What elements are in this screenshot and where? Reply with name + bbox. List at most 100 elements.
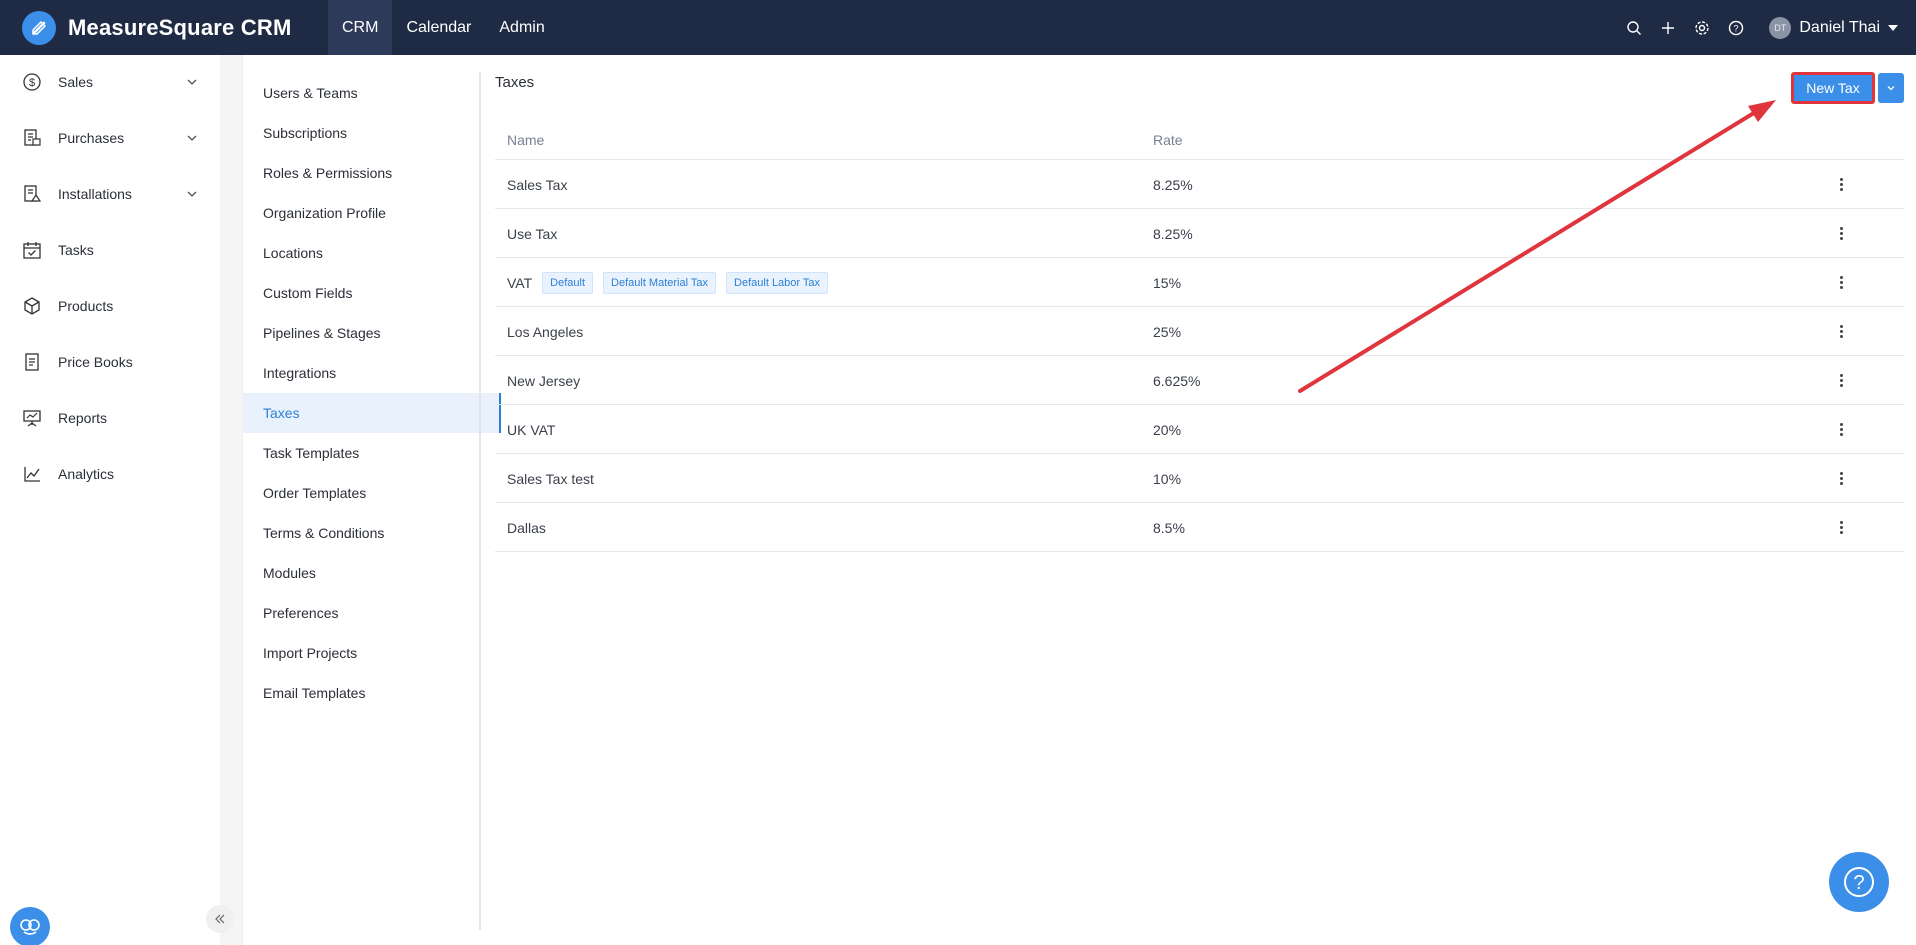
submenu-item-subscriptions[interactable]: Subscriptions xyxy=(243,113,501,153)
submenu-item-locations[interactable]: Locations xyxy=(243,233,501,273)
topnav-calendar[interactable]: Calendar xyxy=(392,0,485,55)
sidebar-item-price-books[interactable]: Price Books xyxy=(0,342,220,382)
row-actions-button[interactable] xyxy=(1840,503,1843,552)
submenu-item-integrations[interactable]: Integrations xyxy=(243,353,501,393)
plus-icon[interactable] xyxy=(1651,0,1685,55)
topnav-crm[interactable]: CRM xyxy=(328,0,393,55)
submenu-item-task-templates[interactable]: Task Templates xyxy=(243,433,501,473)
tax-rate: 20% xyxy=(1153,421,1182,438)
table-row[interactable]: Dallas 8.5% xyxy=(495,503,1904,552)
help-button[interactable]: ? xyxy=(1829,852,1889,912)
caret-down-icon xyxy=(1888,24,1898,31)
kebab-icon xyxy=(1840,423,1843,436)
main-content: Taxes New Tax Name Rate Sales Tax 8.25% … xyxy=(481,55,1916,945)
table-row[interactable]: UK VAT 20% xyxy=(495,405,1904,454)
svg-text:?: ? xyxy=(1734,23,1739,33)
sidebar-item-label: Reports xyxy=(58,410,108,426)
submenu-gutter xyxy=(220,55,242,945)
table-row[interactable]: Los Angeles 25% xyxy=(495,307,1904,356)
kebab-icon xyxy=(1840,374,1843,387)
brand-logo-icon xyxy=(22,10,56,45)
user-menu[interactable]: DT Daniel Thai xyxy=(1769,16,1898,39)
sidebar-item-purchases[interactable]: Purchases xyxy=(0,118,220,158)
kebab-icon xyxy=(1840,325,1843,338)
sidebar-item-products[interactable]: Products xyxy=(0,286,220,326)
column-header-rate[interactable]: Rate xyxy=(1153,132,1183,148)
submenu-item-roles-permissions[interactable]: Roles & Permissions xyxy=(243,153,501,193)
svg-text:?: ? xyxy=(1853,872,1864,894)
dollar-circle-icon: $ xyxy=(23,73,41,91)
sidebar-item-reports[interactable]: Reports xyxy=(0,398,220,438)
tax-rate: 8.25% xyxy=(1153,225,1193,242)
sidebar-item-label: Purchases xyxy=(58,130,125,146)
submenu-item-pipelines-stages[interactable]: Pipelines & Stages xyxy=(243,313,501,353)
row-actions-button[interactable] xyxy=(1840,209,1843,258)
row-actions-button[interactable] xyxy=(1840,258,1843,307)
row-actions-button[interactable] xyxy=(1840,356,1843,405)
kebab-icon xyxy=(1840,227,1843,240)
tax-rate: 6.625% xyxy=(1153,372,1201,389)
sidebar-item-analytics[interactable]: Analytics xyxy=(0,454,220,494)
submenu-item-taxes[interactable]: Taxes xyxy=(243,393,501,433)
tax-rate: 25% xyxy=(1153,323,1182,340)
submenu-item-preferences[interactable]: Preferences xyxy=(243,593,501,633)
search-icon[interactable] xyxy=(1617,0,1651,55)
table-row[interactable]: Sales Tax test 10% xyxy=(495,454,1904,503)
chat-bot-icon xyxy=(20,919,40,935)
column-header-name[interactable]: Name xyxy=(507,132,544,148)
row-actions-button[interactable] xyxy=(1840,405,1843,454)
tax-name: Sales Tax test xyxy=(507,470,594,487)
submenu-item-order-templates[interactable]: Order Templates xyxy=(243,473,501,513)
submenu-item-import-projects[interactable]: Import Projects xyxy=(243,633,501,673)
tax-name: UK VAT xyxy=(507,421,556,438)
row-actions-button[interactable] xyxy=(1840,454,1843,503)
double-chevron-left-icon xyxy=(215,914,225,924)
submenu-item-organization-profile[interactable]: Organization Profile xyxy=(243,193,501,233)
chevron-down-icon xyxy=(187,191,197,197)
submenu-item-custom-fields[interactable]: Custom Fields xyxy=(243,273,501,313)
kebab-icon xyxy=(1840,276,1843,289)
new-tax-dropdown-button[interactable] xyxy=(1878,73,1904,103)
gear-icon[interactable] xyxy=(1685,0,1719,55)
table-row[interactable]: New Jersey 6.625% xyxy=(495,356,1904,405)
table-row[interactable]: VAT Default Default Material Tax Default… xyxy=(495,258,1904,307)
default-material-tax-tag: Default Material Tax xyxy=(603,271,717,294)
purchase-order-icon xyxy=(24,129,41,146)
brand[interactable]: MeasureSquare CRM xyxy=(0,0,328,55)
table-row[interactable]: Use Tax 8.25% xyxy=(495,209,1904,258)
chat-button[interactable] xyxy=(10,907,50,945)
table-row[interactable]: Sales Tax 8.25% xyxy=(495,160,1904,209)
row-actions-button[interactable] xyxy=(1840,160,1843,209)
top-right-actions: ? DT Daniel Thai xyxy=(1617,0,1916,55)
sidebar-item-label: Installations xyxy=(58,186,132,202)
sidebar-item-sales[interactable]: $ Sales xyxy=(0,62,220,102)
presentation-icon xyxy=(23,410,41,427)
topnav-admin[interactable]: Admin xyxy=(485,0,558,55)
installation-icon xyxy=(24,185,42,202)
row-actions-button[interactable] xyxy=(1840,307,1843,356)
new-tax-button[interactable]: New Tax xyxy=(1791,72,1875,104)
submenu-item-terms-conditions[interactable]: Terms & Conditions xyxy=(243,513,501,553)
collapse-sidebar-button[interactable] xyxy=(206,905,234,933)
submenu-item-email-templates[interactable]: Email Templates xyxy=(243,673,501,713)
tax-name: Sales Tax xyxy=(507,176,568,193)
tax-name: Use Tax xyxy=(507,225,558,242)
tax-rate: 8.25% xyxy=(1153,176,1193,193)
chevron-down-icon xyxy=(187,135,197,141)
taxes-table: Name Rate Sales Tax 8.25% Use Tax 8.25% … xyxy=(495,120,1904,552)
sidebar-item-installations[interactable]: Installations xyxy=(0,174,220,214)
question-icon: ? xyxy=(1844,867,1874,897)
sidebar-item-tasks[interactable]: Tasks xyxy=(0,230,220,270)
help-circle-icon[interactable]: ? xyxy=(1719,0,1753,55)
document-icon xyxy=(25,353,39,371)
sidebar-item-label: Sales xyxy=(58,74,94,90)
tax-name-cell: VAT Default Default Material Tax Default… xyxy=(507,258,829,307)
submenu-item-modules[interactable]: Modules xyxy=(243,553,501,593)
kebab-icon xyxy=(1840,178,1843,191)
default-tag: Default xyxy=(542,271,594,294)
sidebar-item-label: Tasks xyxy=(58,242,94,258)
submenu-item-users-teams[interactable]: Users & Teams xyxy=(243,73,501,113)
line-chart-icon xyxy=(24,467,40,482)
page-title: Taxes xyxy=(495,74,535,91)
kebab-icon xyxy=(1840,472,1843,485)
